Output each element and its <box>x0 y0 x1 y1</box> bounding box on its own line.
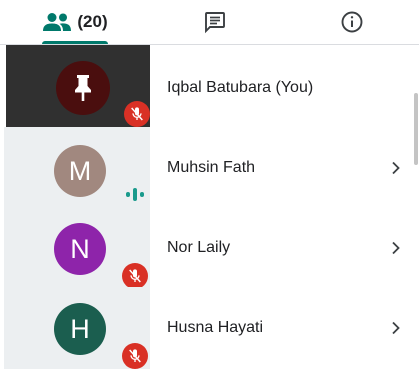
speaking-indicator-icon <box>123 184 147 204</box>
tab-bar: (20) <box>0 0 419 44</box>
muted-badge <box>124 101 150 127</box>
video-tile <box>6 45 150 129</box>
scrollbar[interactable] <box>414 93 418 165</box>
participant-list: Iqbal Batubara (You) M Muhsin Fath N Nor… <box>0 45 419 369</box>
tab-people[interactable]: (20) <box>20 0 130 44</box>
avatar <box>56 61 110 115</box>
participant-row[interactable]: N Nor Laily <box>0 207 419 289</box>
chat-icon <box>205 12 225 34</box>
people-icon <box>43 13 72 31</box>
avatar: H <box>54 303 106 355</box>
pin-icon <box>75 75 91 101</box>
chevron-right-icon[interactable] <box>390 287 402 369</box>
mic-off-icon <box>129 349 141 363</box>
muted-badge <box>122 343 148 369</box>
mic-off-icon <box>129 269 141 283</box>
participant-name: Muhsin Fath <box>167 159 256 176</box>
participant-row[interactable]: H Husna Hayati <box>0 287 419 369</box>
avatar: N <box>54 223 106 275</box>
info-icon <box>341 11 363 33</box>
chevron-right-icon[interactable] <box>390 207 402 289</box>
participant-name: Nor Laily <box>167 239 231 256</box>
tab-info[interactable] <box>297 0 407 44</box>
participant-count: (20) <box>77 12 108 31</box>
video-tile: H <box>4 287 150 369</box>
video-tile: M <box>4 127 150 209</box>
participant-name: Iqbal Batubara (You) <box>167 79 314 96</box>
muted-badge <box>122 263 148 289</box>
mic-off-icon <box>131 107 143 121</box>
chevron-right-icon[interactable] <box>390 127 402 209</box>
tab-chat[interactable] <box>160 0 270 44</box>
participant-row-self[interactable]: Iqbal Batubara (You) <box>0 45 419 129</box>
avatar: M <box>54 145 106 197</box>
participant-row[interactable]: M Muhsin Fath <box>0 127 419 209</box>
participant-name: Husna Hayati <box>167 319 264 336</box>
video-tile: N <box>4 207 150 289</box>
